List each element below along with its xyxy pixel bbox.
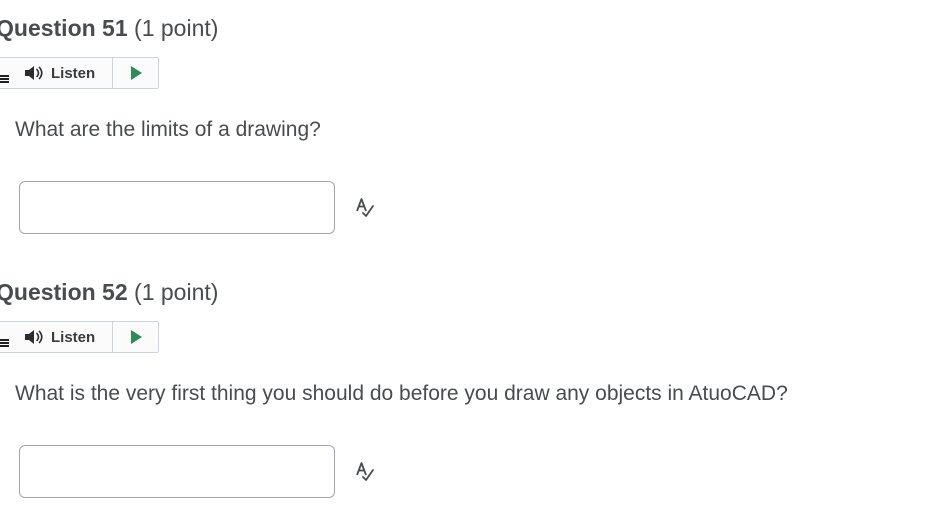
listen-label: Listen: [51, 64, 96, 82]
listen-button[interactable]: Listen: [11, 322, 112, 352]
speaker-icon: [25, 330, 43, 344]
answer-input[interactable]: [19, 181, 335, 234]
readspeaker-bar: Listen: [0, 57, 159, 89]
question-title: Question 52: [0, 279, 128, 305]
hamburger-menu-icon[interactable]: [0, 339, 9, 348]
spell-check-icon[interactable]: [352, 458, 378, 484]
spell-check-icon: [356, 198, 374, 217]
spell-check-icon[interactable]: [352, 194, 378, 220]
listen-button[interactable]: Listen: [11, 58, 112, 88]
question-text: What are the limits of a drawing?: [15, 118, 321, 141]
spell-check-icon: [356, 462, 374, 481]
question-heading: Question 52 (1 point): [0, 279, 218, 306]
answer-input[interactable]: [19, 445, 335, 498]
readspeaker-bar: Listen: [0, 321, 159, 353]
play-button[interactable]: [113, 58, 158, 88]
play-icon: [130, 66, 142, 80]
play-button[interactable]: [113, 322, 158, 352]
question-points: (1 point): [134, 279, 219, 305]
question-text: What is the very first thing you should …: [15, 382, 788, 405]
play-icon: [130, 330, 142, 344]
question-title: Question 51: [0, 15, 128, 41]
question-points: (1 point): [134, 15, 219, 41]
quiz-page: Question 51 (1 point) Listen What are th…: [0, 0, 945, 526]
question-heading: Question 51 (1 point): [0, 15, 218, 42]
hamburger-menu-icon[interactable]: [0, 75, 9, 84]
speaker-icon: [25, 66, 43, 80]
listen-label: Listen: [51, 328, 96, 346]
